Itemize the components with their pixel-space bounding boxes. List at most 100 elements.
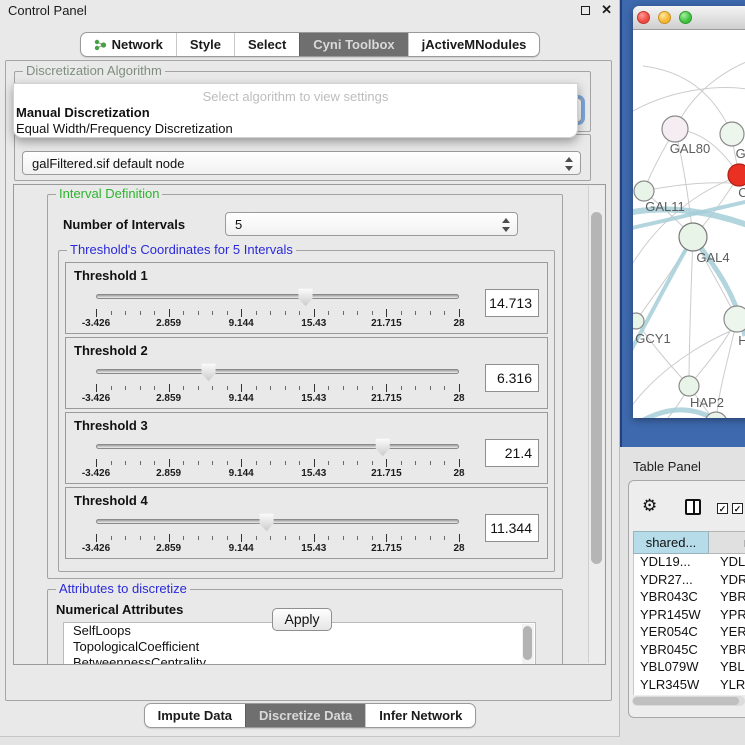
tick-mark — [241, 309, 242, 317]
table-cell[interactable]: YBR043C — [634, 589, 710, 607]
table-cell[interactable]: YPR1 — [710, 607, 745, 625]
table-cell[interactable]: YLR345W — [634, 677, 710, 695]
tick-label: 21.715 — [371, 468, 402, 479]
tab-infer-network[interactable]: Infer Network — [365, 704, 475, 727]
split-columns-icon[interactable] — [685, 499, 701, 515]
network-node[interactable] — [724, 306, 745, 332]
table-hscrollbar[interactable] — [632, 696, 745, 706]
control-panel-titlebar[interactable]: Control Panel ✕ — [0, 0, 619, 19]
tick-mark — [169, 384, 170, 392]
column-header-shared[interactable]: shared... — [633, 531, 709, 554]
number-of-intervals-combobox[interactable]: 5 — [225, 212, 518, 236]
tab-network[interactable]: Network — [81, 33, 176, 56]
list-scrollbar[interactable] — [522, 624, 534, 665]
network-node[interactable] — [720, 122, 744, 146]
tick-mark — [401, 461, 402, 465]
table-cell[interactable]: YDR2 — [710, 572, 745, 590]
table-row[interactable]: YER054CYER0 — [634, 624, 745, 642]
tab-jactivemnodules[interactable]: jActiveMNodules — [408, 33, 540, 56]
threshold-value-field[interactable]: 6.316 — [485, 364, 539, 392]
network-node[interactable] — [662, 116, 688, 142]
table-row[interactable]: YIL052CYIL0 — [634, 694, 745, 695]
table-cell[interactable]: YDR27... — [634, 572, 710, 590]
tick-mark — [183, 386, 184, 390]
tick-mark — [459, 384, 460, 392]
network-node[interactable] — [728, 164, 745, 186]
slider-track[interactable] — [96, 519, 459, 524]
network-node[interactable] — [679, 223, 707, 251]
table-row[interactable]: YBR045CYBR0 — [634, 642, 745, 660]
threshold-value-field[interactable]: 21.4 — [485, 439, 539, 467]
slider-knob[interactable] — [298, 288, 314, 307]
threshold-slider[interactable]: -3.4262.8599.14415.4321.71528 — [74, 285, 473, 329]
table-cell[interactable]: YLR3 — [710, 677, 745, 695]
tick-mark — [154, 461, 155, 465]
attribute-item[interactable]: TopologicalCoefficient — [64, 639, 535, 655]
tab-label: Impute Data — [158, 708, 232, 723]
table-cell[interactable]: YBR0 — [710, 642, 745, 660]
slider-track[interactable] — [96, 294, 459, 299]
table-cell[interactable]: YBR045C — [634, 642, 710, 660]
table-data-combobox[interactable]: galFiltered.sif default node — [22, 151, 581, 175]
table-cell[interactable]: YBR0 — [710, 589, 745, 607]
slider-track[interactable] — [96, 444, 459, 449]
table-cell[interactable]: YBL0 — [710, 659, 745, 677]
network-window-titlebar[interactable] — [633, 6, 745, 30]
zoom-traffic-light-icon[interactable] — [679, 11, 692, 24]
threshold-value-field[interactable]: 14.713 — [485, 289, 539, 317]
dropdown-option-equal-width[interactable]: Equal Width/Frequency Discretization — [16, 121, 233, 136]
network-node-label: GAL80 — [670, 141, 710, 156]
table-cell[interactable]: YIL052C — [634, 694, 710, 695]
table-cell[interactable]: YPR145W — [634, 607, 710, 625]
column-header-name[interactable]: n — [709, 531, 745, 554]
network-node[interactable] — [634, 181, 654, 201]
table-cell[interactable]: YER0 — [710, 624, 745, 642]
threshold-slider[interactable]: -3.4262.8599.14415.4321.71528 — [74, 510, 473, 554]
threshold-slider[interactable]: -3.4262.8599.14415.4321.71528 — [74, 435, 473, 479]
table-cell[interactable]: YDL19... — [634, 554, 710, 572]
tab-label: jActiveMNodules — [422, 37, 527, 52]
tick-mark — [401, 536, 402, 540]
close-traffic-light-icon[interactable] — [637, 11, 650, 24]
slider-track[interactable] — [96, 369, 459, 374]
checkbox-icon[interactable]: ✓ — [717, 503, 728, 514]
settings-scrollbar[interactable] — [588, 186, 604, 663]
table-cell[interactable]: YER054C — [634, 624, 710, 642]
table-cell[interactable]: YDL1 — [710, 554, 745, 572]
table-row[interactable]: YPR145WYPR1 — [634, 607, 745, 625]
minimize-traffic-light-icon[interactable] — [658, 11, 671, 24]
slider-ticks — [96, 459, 459, 468]
network-node[interactable] — [679, 376, 699, 396]
tab-discretize-data[interactable]: Discretize Data — [245, 704, 365, 727]
tick-mark — [140, 386, 141, 390]
slider-knob[interactable] — [375, 438, 391, 457]
tab-impute-data[interactable]: Impute Data — [145, 704, 245, 727]
tick-mark — [198, 461, 199, 465]
slider-knob[interactable] — [201, 363, 217, 382]
table-cell[interactable]: YBL079W — [634, 659, 710, 677]
tab-select[interactable]: Select — [234, 33, 299, 56]
table-body[interactable]: YDL19...YDL1YDR27...YDR2YBR043CYBR0YPR14… — [633, 554, 745, 695]
network-node[interactable] — [633, 313, 644, 329]
attribute-item[interactable]: BetweennessCentrality — [64, 655, 535, 665]
dropdown-option-manual[interactable]: Manual Discretization — [16, 105, 150, 120]
table-row[interactable]: YLR345WYLR3 — [634, 677, 745, 695]
threshold-slider[interactable]: -3.4262.8599.14415.4321.71528 — [74, 360, 473, 404]
slider-knob[interactable] — [259, 513, 275, 532]
gear-icon[interactable]: ⚙ — [642, 497, 657, 514]
threshold-value-field[interactable]: 11.344 — [485, 514, 539, 542]
table-cell[interactable]: YIL0 — [710, 694, 745, 695]
table-row[interactable]: YDL19...YDL1 — [634, 554, 745, 572]
tab-cyni-toolbox[interactable]: Cyni Toolbox — [299, 33, 407, 56]
tick-mark — [430, 461, 431, 465]
table-row[interactable]: YDR27...YDR2 — [634, 572, 745, 590]
table-row[interactable]: YBL079WYBL0 — [634, 659, 745, 677]
apply-button[interactable]: Apply — [272, 608, 332, 631]
tab-style[interactable]: Style — [176, 33, 234, 56]
float-window-icon[interactable] — [581, 6, 590, 15]
network-canvas[interactable]: GAL80GACGAL11GAL4GCY1HHAP2 — [633, 31, 745, 418]
table-row[interactable]: YBR043CYBR0 — [634, 589, 745, 607]
checkbox-icon[interactable]: ✓ — [732, 503, 743, 514]
close-icon[interactable]: ✕ — [601, 2, 612, 18]
network-view-window[interactable]: GAL80GACGAL11GAL4GCY1HHAP2 — [633, 6, 745, 418]
